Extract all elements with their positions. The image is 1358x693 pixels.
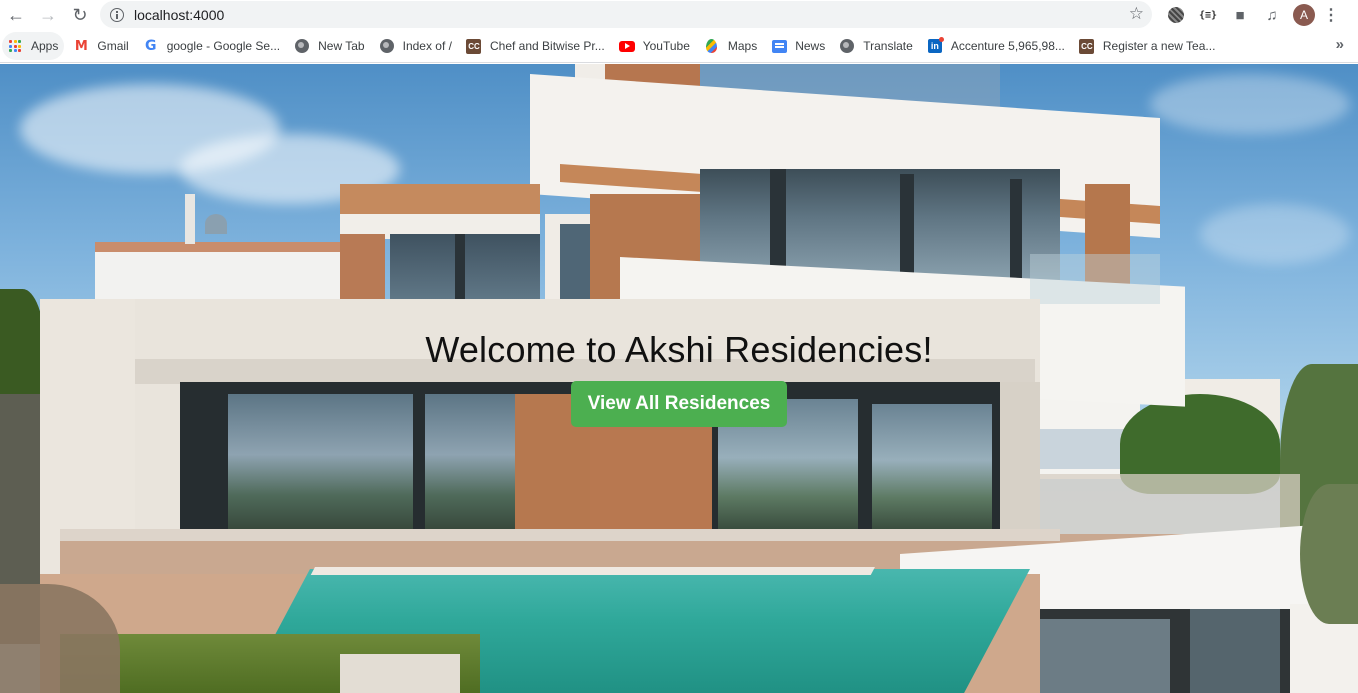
codechef-icon: CC — [1079, 38, 1095, 54]
globe-icon — [839, 38, 855, 54]
bookmark-translate[interactable]: Translate — [834, 32, 918, 60]
media-control-icon[interactable]: ♫ — [1256, 1, 1288, 29]
linkedin-icon: in — [927, 37, 944, 54]
browser-toolbar: ← → ↻ localhost:4000 ☆ {≡} ■ ♫ A ⋮ — [0, 0, 1358, 30]
apps-icon — [7, 38, 23, 54]
bookmark-register-team[interactable]: CC Register a new Tea... — [1074, 32, 1221, 60]
site-info-icon[interactable] — [110, 7, 124, 22]
bookmark-maps[interactable]: Maps — [699, 32, 762, 60]
codechef-icon: CC — [466, 38, 482, 54]
page-viewport: Welcome to Akshi Residencies! View All R… — [0, 64, 1358, 693]
reload-icon[interactable]: ↻ — [64, 1, 96, 29]
bookmark-apps[interactable]: Apps — [2, 32, 65, 60]
bookmark-label: Gmail — [97, 39, 129, 53]
profile-avatar[interactable]: A — [1293, 4, 1315, 26]
bookmarks-bar: Apps M Gmail G google - Google Se... New… — [0, 30, 1358, 63]
bookmarks-overflow-chevron-icon[interactable]: » — [1336, 36, 1344, 53]
bookmark-label: Accenture 5,965,98... — [950, 39, 1065, 53]
maps-icon — [704, 38, 720, 54]
bookmark-youtube[interactable]: YouTube — [614, 32, 695, 60]
extension-globe-icon[interactable] — [1160, 1, 1192, 29]
back-arrow-icon[interactable]: ← — [0, 1, 32, 29]
bookmark-google-search[interactable]: G google - Google Se... — [138, 32, 285, 60]
address-bar[interactable]: localhost:4000 ☆ — [100, 1, 1152, 28]
bookmark-label: google - Google Se... — [166, 39, 281, 53]
bookmark-index-of[interactable]: Index of / — [374, 32, 457, 60]
extensions-area: {≡} ■ ♫ A ⋮ — [1160, 0, 1347, 30]
bookmark-gmail[interactable]: M Gmail — [68, 32, 133, 60]
news-icon — [771, 38, 787, 54]
bookmark-label: New Tab — [318, 39, 365, 53]
view-all-residences-button[interactable]: View All Residences — [570, 381, 788, 427]
bookmark-chef-bitwise[interactable]: CC Chef and Bitwise Pr... — [461, 32, 610, 60]
bookmark-label: Index of / — [402, 39, 452, 53]
browser-menu-icon[interactable]: ⋮ — [1315, 5, 1347, 25]
bookmark-accenture[interactable]: in Accenture 5,965,98... — [922, 32, 1070, 60]
bookmark-news[interactable]: News — [766, 32, 830, 60]
gmail-icon: M — [74, 38, 88, 54]
bookmark-label: Apps — [31, 39, 59, 53]
google-icon: G — [144, 38, 157, 54]
url-text[interactable]: localhost:4000 — [134, 7, 224, 23]
bookmark-label: YouTube — [642, 39, 690, 53]
youtube-icon — [618, 38, 635, 54]
bookmark-label: Register a new Tea... — [1102, 39, 1216, 53]
bookmark-star-icon[interactable]: ☆ — [1129, 4, 1144, 24]
bookmark-new-tab[interactable]: New Tab — [289, 32, 369, 60]
forward-arrow-icon[interactable]: → — [32, 1, 64, 29]
globe-icon — [294, 38, 310, 54]
json-viewer-extension-icon[interactable]: {≡} — [1192, 1, 1224, 29]
bookmark-label: Chef and Bitwise Pr... — [489, 39, 605, 53]
bookmark-label: Translate — [863, 39, 913, 53]
extensions-puzzle-icon[interactable]: ■ — [1224, 1, 1256, 29]
hero-title: Welcome to Akshi Residencies! — [425, 329, 933, 370]
hero-content: Welcome to Akshi Residencies! View All R… — [0, 329, 1358, 427]
bookmark-label: News — [795, 39, 826, 53]
bookmark-label: Maps — [727, 39, 758, 53]
globe-icon — [379, 38, 395, 54]
